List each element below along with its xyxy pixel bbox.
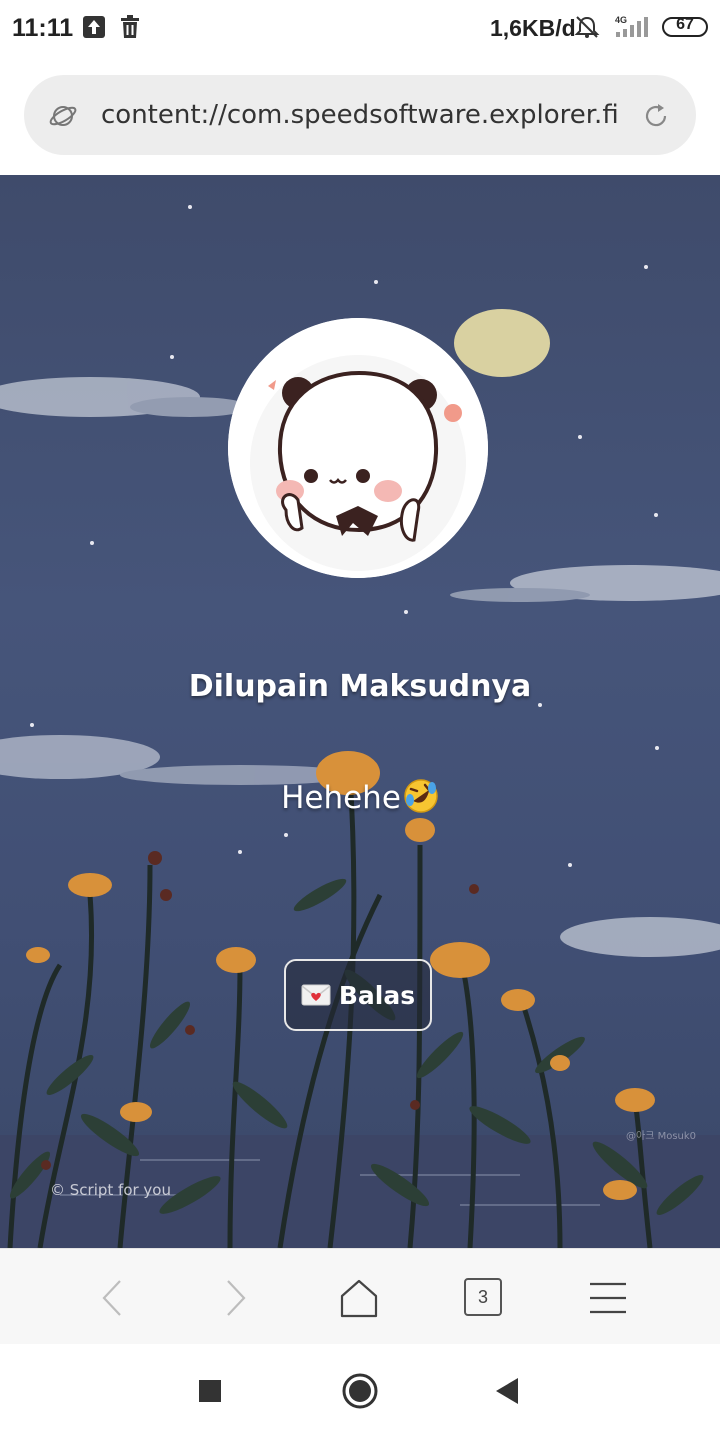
forward-button[interactable]: [211, 1273, 261, 1323]
signal-type: 4G: [615, 15, 627, 25]
system-nav-bar: [0, 1344, 720, 1440]
system-home-button[interactable]: [340, 1371, 380, 1411]
network-speed: 1,6KB/d: [490, 15, 576, 41]
muted-alarm-icon: [574, 16, 600, 38]
home-button[interactable]: [334, 1273, 384, 1323]
upload-icon: [83, 16, 105, 38]
artist-watermark: @아크 Mosuk0: [626, 1131, 697, 1142]
message-label: Hehehe: [281, 780, 401, 816]
love-letter-icon: [301, 984, 331, 1006]
menu-icon: [590, 1282, 626, 1314]
url-text[interactable]: content://com.speedsoftware.explorer.fi: [101, 75, 621, 155]
chevron-right-icon: [227, 1280, 246, 1316]
battery-icon: 67: [662, 16, 708, 37]
chevron-left-icon: [102, 1280, 121, 1316]
back-button[interactable]: [87, 1273, 137, 1323]
rofl-emoji-icon: [404, 779, 438, 813]
battery-level: 67: [676, 16, 694, 33]
status-bar: 11:11 1,6KB/d 4G 67: [0, 0, 720, 56]
page-title: Dilupain Maksudnya: [188, 669, 532, 704]
home-icon: [340, 1279, 378, 1318]
status-time: 11:11: [12, 14, 74, 42]
reply-button[interactable]: Balas: [284, 959, 432, 1031]
menu-button[interactable]: [583, 1273, 633, 1323]
browser-toolbar: 3: [0, 1248, 720, 1344]
signal-icon: 4G: [615, 15, 648, 37]
web-content: Dilupain Maksudnya Hehehe Balas @아크 Mosu…: [0, 175, 720, 1248]
home-circle-icon: [342, 1373, 378, 1409]
panda-sticker-image: [228, 318, 488, 578]
reply-button-label: Balas: [338, 980, 416, 1010]
system-back-button[interactable]: [487, 1371, 527, 1411]
planet-icon: [49, 106, 77, 126]
address-bar[interactable]: content://com.speedsoftware.explorer.fi: [24, 75, 696, 155]
trash-icon: [121, 15, 139, 38]
credit-text: © Script for you: [50, 1181, 171, 1199]
tab-count-button[interactable]: 3: [464, 1278, 502, 1316]
avatar: [228, 318, 488, 578]
recents-square-icon: [199, 1380, 221, 1402]
reload-icon[interactable]: [642, 102, 670, 130]
back-triangle-icon: [496, 1378, 518, 1404]
message-text: Hehehe: [0, 778, 720, 816]
moon-shape: [454, 309, 550, 377]
recents-button[interactable]: [190, 1371, 230, 1411]
